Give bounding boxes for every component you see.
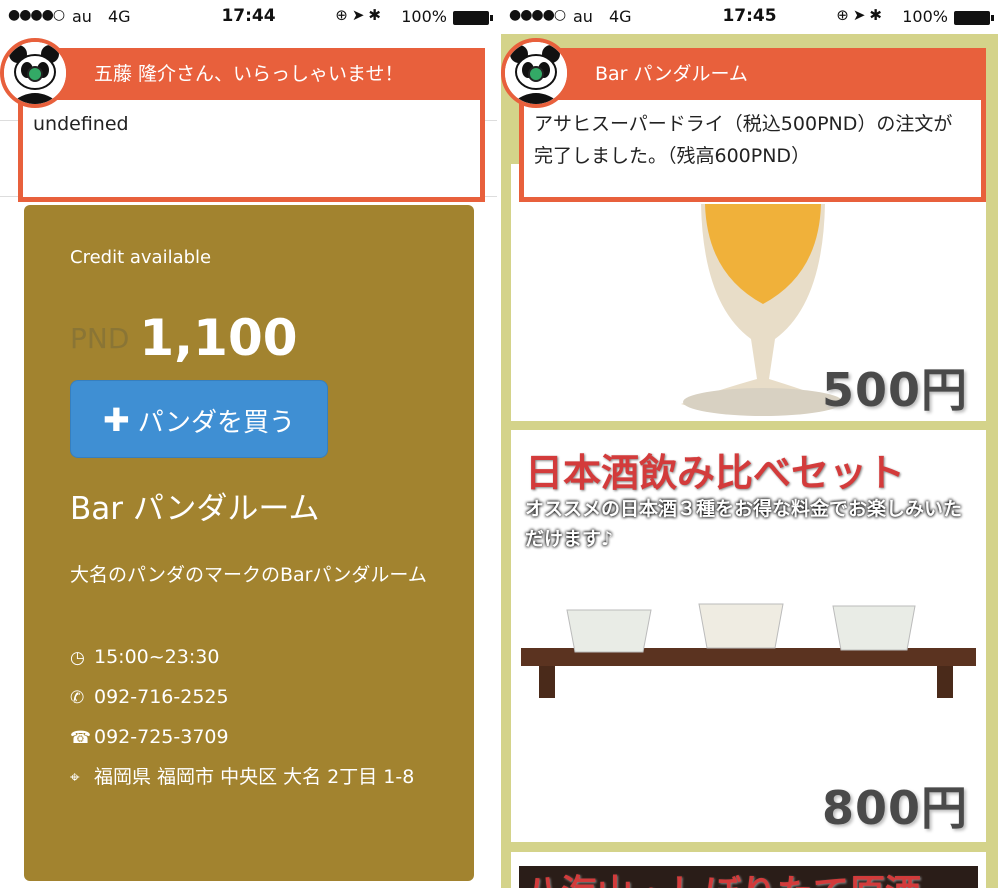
shop-card: Credit available PND 1,100 ✚ パンダを買う Bar パン… [24,205,474,881]
status-icons: ⊕➤✱ [335,6,385,24]
phone-icon: ✆ [70,688,85,708]
notification-title: 五藤 隆介さん、いらっしゃいませ！ [18,48,485,100]
item-title: 八海山・しぼりたて原酒 [525,864,921,888]
menu-item[interactable]: 日本酒飲み比べセット オススメの日本酒３種をお得な料金でお楽しみいただけます♪ … [511,430,986,842]
battery-icon [954,11,994,25]
menu-item[interactable]: 八海山・しぼりたて原酒 [511,852,986,888]
notification-title: Bar パンダルーム [519,48,986,100]
notification-message: アサヒスーパードライ（税込500PND）の注文が完了しました。（残高600PND… [519,100,986,202]
fax-row: ☎ 092-725-3709 [70,717,440,758]
status-bar: ●●●●○ au 4G 17:44 ⊕➤✱ 100% [0,0,497,34]
right-screen: ●●●●○ au 4G 17:45 ⊕➤✱ 100% 500円 日本酒飲み比べセ… [501,0,998,888]
fax-icon: ☎ [70,728,92,748]
item-price: 500円 [821,363,968,417]
plus-icon: ✚ [102,401,130,439]
credit-balance: PND 1,100 [70,309,298,367]
buy-button-label: パンダを買う [137,408,296,438]
hours-row: ◷ 15:00~23:30 [70,637,440,678]
shop-description: 大名のパンダのマークのBarパンダルーム [70,564,427,586]
notification-message: undefined [18,100,485,202]
fax-text: 092-725-3709 [94,726,229,748]
credit-label: Credit available [70,247,212,268]
phone-text[interactable]: 092-716-2525 [94,686,229,708]
currency-label: PND [70,321,130,355]
status-bar: ●●●●○ au 4G 17:45 ⊕➤✱ 100% [501,0,998,34]
left-screen: ●●●●○ au 4G 17:44 ⊕➤✱ 100% Credit availa… [0,0,497,888]
address-row[interactable]: ⌖ 福岡県 福岡市 中央区 大名 2丁目 1-8 [70,757,440,798]
notification-banner[interactable]: 五藤 隆介さん、いらっしゃいませ！ undefined [0,38,485,202]
item-price: 800円 [821,781,968,835]
hours-text: 15:00~23:30 [94,646,220,668]
shop-name: Bar パンダルーム [70,491,320,527]
battery-icon [453,11,493,25]
notification-banner[interactable]: Bar パンダルーム アサヒスーパードライ（税込500PND）の注文が完了しまし… [501,38,986,202]
status-icons: ⊕➤✱ [836,6,886,24]
phone-row[interactable]: ✆ 092-716-2525 [70,677,440,718]
menu-item[interactable]: 500円 [511,164,986,421]
clock-icon: ◷ [70,648,85,668]
map-pin-icon: ⌖ [70,768,80,788]
battery-percent: 100% [902,7,948,26]
panda-icon [505,42,567,104]
panda-avatar [0,38,70,108]
panda-avatar [501,38,571,108]
battery-percent: 100% [401,7,447,26]
buy-panda-button[interactable]: ✚ パンダを買う [70,380,328,458]
panda-icon [4,42,66,104]
address-text[interactable]: 福岡県 福岡市 中央区 大名 2丁目 1-8 [94,766,414,788]
credit-amount: 1,100 [139,309,298,367]
